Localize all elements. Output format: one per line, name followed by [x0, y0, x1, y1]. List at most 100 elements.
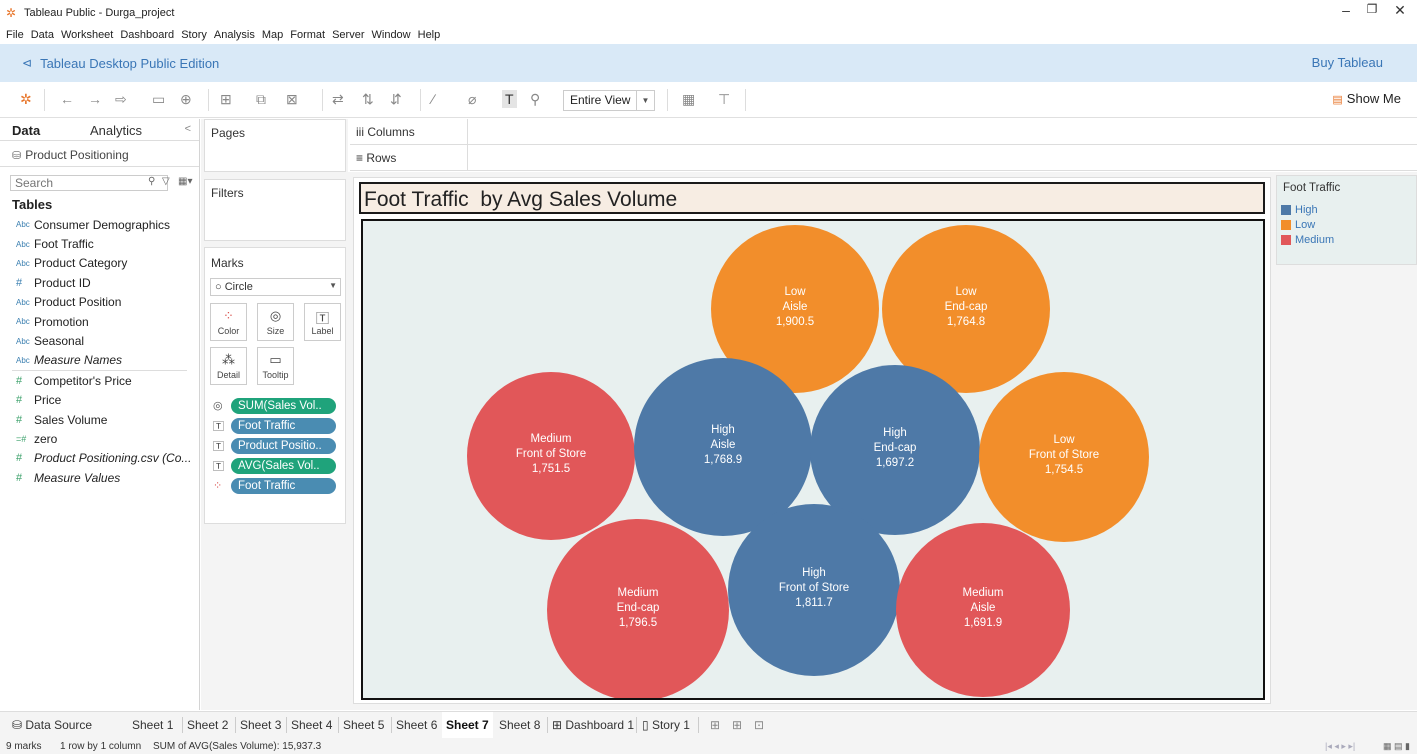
- bubble-medium-front-of-store[interactable]: Medium Front of Store 1,751.5: [467, 372, 635, 540]
- save-icon[interactable]: ▭: [152, 90, 165, 108]
- menu-dashboard[interactable]: Dashboard: [120, 29, 174, 41]
- marks-pill-row[interactable]: 🅃 Foot Traffic: [213, 417, 336, 434]
- new-dashboard-icon[interactable]: ⊞: [728, 712, 746, 739]
- buy-tableau-link[interactable]: Buy Tableau: [1312, 55, 1383, 70]
- pages-card[interactable]: Pages: [204, 119, 346, 172]
- field-competitors-price[interactable]: # Competitor's Price: [0, 371, 199, 390]
- sort-descending-icon[interactable]: ⇵: [390, 90, 402, 108]
- field-product-position[interactable]: Abc Product Position: [0, 293, 199, 312]
- group-members-icon[interactable]: ⌀: [468, 90, 476, 108]
- undo-icon[interactable]: ←: [60, 90, 74, 108]
- menu-server[interactable]: Server: [332, 29, 364, 41]
- tab-sheet-4[interactable]: Sheet 4: [287, 712, 336, 739]
- tab-sheet-8[interactable]: Sheet 8: [495, 712, 544, 739]
- marks-pill-row[interactable]: ⁘ Foot Traffic: [213, 477, 336, 494]
- view-options-icon[interactable]: ▦▾: [178, 176, 192, 187]
- menu-analysis[interactable]: Analysis: [214, 29, 255, 41]
- marks-pill-row[interactable]: 🅃 AVG(Sales Vol..: [213, 457, 336, 474]
- bubble-medium-aisle[interactable]: Medium Aisle 1,691.9: [896, 523, 1070, 697]
- fit-dropdown[interactable]: Entire View ▼: [563, 90, 655, 111]
- filters-card[interactable]: Filters: [204, 179, 346, 241]
- pin-icon[interactable]: ⊲: [22, 56, 32, 70]
- tab-sheet-1[interactable]: Sheet 1: [128, 712, 177, 739]
- field-measure-values[interactable]: # Measure Values: [0, 468, 199, 487]
- menu-window[interactable]: Window: [372, 29, 411, 41]
- new-worksheet-icon[interactable]: ⊞: [220, 90, 232, 108]
- highlight-icon[interactable]: ∕: [432, 90, 434, 108]
- close-icon[interactable]: ✕: [1390, 2, 1410, 19]
- field-measure-names[interactable]: Abc Measure Names: [0, 351, 199, 370]
- label-button[interactable]: 🅃 Label: [304, 303, 341, 341]
- tab-dashboard-1[interactable]: ⊞ Dashboard 1: [548, 712, 638, 739]
- legend-item-medium[interactable]: Medium: [1281, 233, 1334, 247]
- menu-story[interactable]: Story: [181, 29, 207, 41]
- pill-sum-sales-volume[interactable]: SUM(Sales Vol..: [231, 397, 336, 414]
- field-foot-traffic[interactable]: Abc Foot Traffic: [0, 234, 199, 253]
- marks-pill-row[interactable]: 🅃 Product Positio..: [213, 437, 336, 454]
- size-button[interactable]: ◎ Size: [257, 303, 294, 341]
- sheet-navigation-icon[interactable]: |◂ ◂ ▸ ▸|: [1325, 741, 1355, 752]
- new-worksheet-icon[interactable]: ⊞: [706, 712, 724, 739]
- tab-sheet-7[interactable]: Sheet 7: [442, 712, 493, 739]
- tab-sheet-2[interactable]: Sheet 2: [183, 712, 232, 739]
- tab-data[interactable]: Data: [12, 123, 40, 138]
- show-labels-icon[interactable]: T: [502, 90, 517, 108]
- field-sales-volume[interactable]: # Sales Volume: [0, 410, 199, 429]
- fix-axes-icon[interactable]: ⚲: [530, 90, 540, 108]
- clear-sheet-icon[interactable]: ⊠: [286, 90, 298, 108]
- field-product-id[interactable]: # Product ID: [0, 273, 199, 292]
- field-promotion[interactable]: Abc Promotion: [0, 312, 199, 331]
- menu-format[interactable]: Format: [290, 29, 325, 41]
- legend-item-low[interactable]: Low: [1281, 218, 1315, 232]
- tab-sheet-6[interactable]: Sheet 6: [392, 712, 441, 739]
- new-datasource-icon[interactable]: ⊕: [180, 90, 192, 108]
- legend-item-high[interactable]: High: [1281, 203, 1318, 217]
- pill-foot-traffic-color[interactable]: Foot Traffic: [231, 477, 336, 494]
- sort-ascending-icon[interactable]: ⇅: [362, 90, 374, 108]
- bubble-medium-end-cap[interactable]: Medium End-cap 1,796.5: [547, 519, 729, 700]
- replay-icon[interactable]: ⇨: [115, 90, 127, 108]
- show-me-button[interactable]: ▤ Show Me: [1332, 91, 1401, 106]
- new-story-icon[interactable]: ⊡: [750, 712, 768, 739]
- tab-sheet-3[interactable]: Sheet 3: [236, 712, 285, 739]
- duplicate-sheet-icon[interactable]: ⧉: [256, 90, 266, 108]
- datasource-item[interactable]: ⛁ Product Positioning: [0, 141, 199, 167]
- tab-sheet-5[interactable]: Sheet 5: [339, 712, 388, 739]
- menu-file[interactable]: File: [6, 29, 24, 41]
- tab-data-source[interactable]: ⛁ Data Source: [8, 712, 96, 739]
- view-mode-icon[interactable]: ▦ ▤ ▮: [1383, 741, 1410, 752]
- search-input[interactable]: [10, 175, 168, 191]
- columns-shelf[interactable]: iii Columns: [350, 119, 1417, 145]
- bubble-low-front-of-store[interactable]: Low Front of Store 1,754.5: [979, 372, 1149, 542]
- field-consumer-demographics[interactable]: Abc Consumer Demographics: [0, 215, 199, 234]
- tab-story-1[interactable]: ▯ Story 1: [638, 712, 694, 739]
- restore-icon[interactable]: ❐: [1362, 2, 1382, 16]
- marks-pill-row[interactable]: ◎ SUM(Sales Vol..: [213, 397, 336, 414]
- menu-help[interactable]: Help: [418, 29, 441, 41]
- tableau-home-icon[interactable]: ✲: [20, 90, 32, 108]
- sheet-title[interactable]: Foot Traffic by Avg Sales Volume: [359, 182, 1265, 214]
- rows-shelf[interactable]: ≡ Rows: [350, 145, 1417, 171]
- bubble-chart-pane[interactable]: Low Aisle 1,900.5 Low End-cap 1,764.8 Medium Fr…: [361, 219, 1265, 700]
- chevron-left-icon[interactable]: <: [185, 123, 191, 135]
- minimize-icon[interactable]: –: [1336, 2, 1356, 18]
- tab-analytics[interactable]: Analytics: [90, 123, 142, 138]
- color-button[interactable]: ⁘ Color: [210, 303, 247, 341]
- show-cards-icon[interactable]: ▦: [682, 90, 695, 108]
- menu-worksheet[interactable]: Worksheet: [61, 29, 113, 41]
- pill-foot-traffic-label[interactable]: Foot Traffic: [231, 417, 336, 434]
- field-seasonal[interactable]: Abc Seasonal: [0, 331, 199, 350]
- bubble-high-front-of-store[interactable]: High Front of Store 1,811.7: [728, 504, 900, 676]
- swap-rows-columns-icon[interactable]: ⇄: [332, 90, 344, 108]
- pill-product-position-label[interactable]: Product Positio..: [231, 437, 336, 454]
- menu-data[interactable]: Data: [31, 29, 54, 41]
- pill-avg-sales-volume[interactable]: AVG(Sales Vol..: [231, 457, 336, 474]
- detail-button[interactable]: ⁂ Detail: [210, 347, 247, 385]
- tooltip-button[interactable]: ▭ Tooltip: [257, 347, 294, 385]
- field-product-category[interactable]: Abc Product Category: [0, 254, 199, 273]
- mark-type-dropdown[interactable]: ○ Circle ▼: [210, 278, 341, 296]
- field-zero[interactable]: =# zero: [0, 429, 199, 448]
- menu-map[interactable]: Map: [262, 29, 283, 41]
- field-price[interactable]: # Price: [0, 391, 199, 410]
- bubble-chart[interactable]: Low Aisle 1,900.5 Low End-cap 1,764.8 Medium Fr…: [363, 221, 1265, 700]
